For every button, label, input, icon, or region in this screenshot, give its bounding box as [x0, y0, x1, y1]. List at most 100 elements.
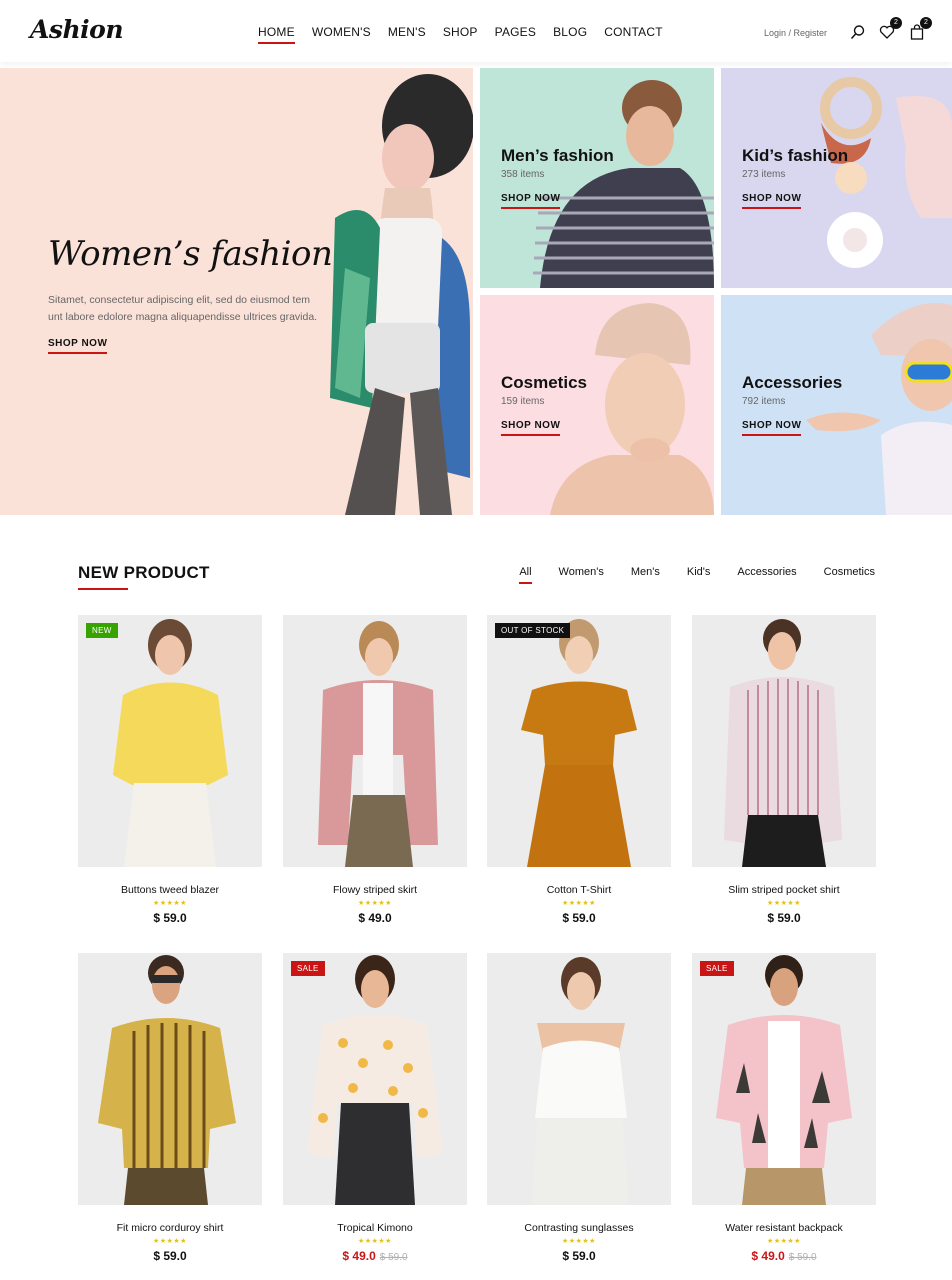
product-name[interactable]: Fit micro corduroy shirt — [78, 1222, 262, 1234]
new-product-title: NEW PRODUCT — [78, 563, 210, 590]
product-rating-stars: ★★★★★ — [562, 900, 596, 907]
womens-desc-line-2: unt labore edolore magna aliquapendisse … — [48, 311, 318, 323]
product-card[interactable]: SALE Tropical Kimono ★★★★★ $ 49.0 $ 59.0 — [283, 953, 467, 1263]
product-card[interactable]: NEW Buttons tweed blazer ★★★★★ $ 59.0 — [78, 615, 262, 925]
bag-icon[interactable]: 2 — [909, 17, 932, 40]
nav-item-contact[interactable]: CONTACT — [604, 25, 663, 39]
product-price: $ 49.0 $ 59.0 — [283, 1249, 467, 1263]
nav-item-womens[interactable]: WOMEN'S — [312, 25, 371, 39]
product-name[interactable]: Buttons tweed blazer — [78, 884, 262, 896]
new-label-badge: NEW — [86, 623, 118, 638]
filter-womens[interactable]: Women's — [559, 566, 604, 578]
womens-shop-now-link[interactable]: SHOP NOW — [48, 338, 108, 354]
filter-kids[interactable]: Kid's — [687, 566, 711, 578]
product-rating-stars: ★★★★★ — [767, 1238, 801, 1245]
product-image[interactable] — [487, 953, 671, 1205]
cosmetics-banner[interactable]: Cosmetics 159 items SHOP NOW — [480, 295, 714, 515]
product-card[interactable]: Slim striped pocket shirt ★★★★★ $ 59.0 — [692, 615, 876, 925]
current-price: $ 59.0 — [153, 911, 187, 925]
sale-badge: SALE — [700, 961, 734, 976]
filter-cosmetics[interactable]: Cosmetics — [824, 566, 875, 578]
kids-fashion-title: Kid’s fashion — [742, 146, 849, 165]
product-image[interactable]: OUT OF STOCK — [487, 615, 671, 867]
womens-fashion-title: Women’s fashion — [48, 234, 333, 274]
mens-shop-now-link[interactable]: SHOP NOW — [501, 193, 561, 209]
product-rating-stars: ★★★★★ — [153, 900, 187, 907]
filter-all[interactable]: All — [519, 566, 532, 584]
wishlist-count-badge: 2 — [890, 17, 902, 29]
filter-accessories[interactable]: Accessories — [737, 566, 796, 578]
accessories-count: 792 items — [742, 396, 786, 407]
product-image[interactable]: NEW — [78, 615, 262, 867]
product-image[interactable]: SALE — [692, 953, 876, 1205]
product-card[interactable]: OUT OF STOCK Cotton T-Shirt ★★★★★ $ 59.0 — [487, 615, 671, 925]
product-price: $ 59.0 — [78, 1249, 262, 1263]
main-nav: HOME WOMEN'S MEN'S SHOP PAGES BLOG CONTA… — [258, 25, 663, 44]
womens-fashion-banner[interactable]: Women’s fashion Sitamet, consectetur adi… — [0, 68, 473, 515]
current-price: $ 49.0 — [751, 1249, 785, 1263]
nav-item-blog[interactable]: BLOG — [553, 25, 587, 39]
nav-item-home[interactable]: HOME — [258, 25, 295, 44]
product-name[interactable]: Water resistant backpack — [692, 1222, 876, 1234]
product-name[interactable]: Tropical Kimono — [283, 1222, 467, 1234]
mens-fashion-count: 358 items — [501, 169, 545, 180]
current-price: $ 59.0 — [562, 1249, 596, 1263]
product-filter-tabs: All Women's Men's Kid's Accessories Cosm… — [519, 566, 875, 584]
product-price: $ 59.0 — [78, 911, 262, 925]
product-price: $ 59.0 — [487, 1249, 671, 1263]
product-photo — [307, 955, 443, 1205]
product-rating-stars: ★★★★★ — [153, 1238, 187, 1245]
out-of-stock-badge: OUT OF STOCK — [495, 623, 571, 638]
product-name[interactable]: Cotton T-Shirt — [487, 884, 671, 896]
login-register-link[interactable]: Login / Register — [764, 28, 827, 38]
product-name[interactable]: Contrasting sunglasses — [487, 1222, 671, 1234]
current-price: $ 59.0 — [562, 911, 596, 925]
product-name[interactable]: Flowy striped skirt — [283, 884, 467, 896]
product-photo — [98, 955, 236, 1205]
product-photo — [113, 619, 228, 867]
filter-mens[interactable]: Men's — [631, 566, 660, 578]
heart-icon[interactable]: 2 — [879, 17, 902, 40]
product-image[interactable] — [78, 953, 262, 1205]
product-rating-stars: ★★★★★ — [358, 900, 392, 907]
search-icon[interactable] — [850, 24, 866, 40]
current-price: $ 59.0 — [153, 1249, 187, 1263]
kids-fashion-count: 273 items — [742, 169, 786, 180]
mens-fashion-title: Men’s fashion — [501, 146, 614, 165]
brand-logo[interactable]: Ashion — [30, 15, 124, 44]
nav-item-pages[interactable]: PAGES — [495, 25, 536, 39]
current-price: $ 49.0 — [358, 911, 392, 925]
product-card[interactable]: Fit micro corduroy shirt ★★★★★ $ 59.0 — [78, 953, 262, 1263]
womens-desc-line-1: Sitamet, consectetur adipiscing elit, se… — [48, 294, 311, 306]
product-image[interactable] — [692, 615, 876, 867]
cart-count-badge: 2 — [920, 17, 932, 29]
site-header: Ashion HOME WOMEN'S MEN'S SHOP PAGES BLO… — [0, 0, 952, 62]
accessories-title: Accessories — [742, 373, 843, 392]
product-card[interactable]: SALE Water resistant backpack ★★★★★ $ 49… — [692, 953, 876, 1263]
old-price: $ 59.0 — [379, 1252, 408, 1263]
product-photo — [318, 621, 438, 867]
product-image[interactable]: SALE — [283, 953, 467, 1205]
accessories-shop-now-link[interactable]: SHOP NOW — [742, 420, 802, 436]
product-name[interactable]: Slim striped pocket shirt — [692, 884, 876, 896]
product-photo — [531, 957, 629, 1205]
product-rating-stars: ★★★★★ — [358, 1238, 392, 1245]
kids-fashion-banner[interactable]: Kid’s fashion 273 items SHOP NOW — [721, 68, 952, 288]
product-image[interactable] — [283, 615, 467, 867]
mens-fashion-banner[interactable]: Men’s fashion 358 items SHOP NOW — [480, 68, 714, 288]
current-price: $ 59.0 — [767, 911, 801, 925]
current-price: $ 49.0 — [342, 1249, 376, 1263]
nav-item-mens[interactable]: MEN'S — [388, 25, 426, 39]
product-photo — [716, 955, 852, 1205]
cosmetics-count: 159 items — [501, 396, 545, 407]
old-price: $ 59.0 — [788, 1252, 817, 1263]
sale-badge: SALE — [291, 961, 325, 976]
product-card[interactable]: Contrasting sunglasses ★★★★★ $ 59.0 — [487, 953, 671, 1263]
kids-shop-now-link[interactable]: SHOP NOW — [742, 193, 802, 209]
product-price: $ 59.0 — [487, 911, 671, 925]
nav-item-shop[interactable]: SHOP — [443, 25, 478, 39]
product-card[interactable]: Flowy striped skirt ★★★★★ $ 49.0 — [283, 615, 467, 925]
product-price: $ 59.0 — [692, 911, 876, 925]
accessories-banner[interactable]: Accessories 792 items SHOP NOW — [721, 295, 952, 515]
cosmetics-shop-now-link[interactable]: SHOP NOW — [501, 420, 561, 436]
